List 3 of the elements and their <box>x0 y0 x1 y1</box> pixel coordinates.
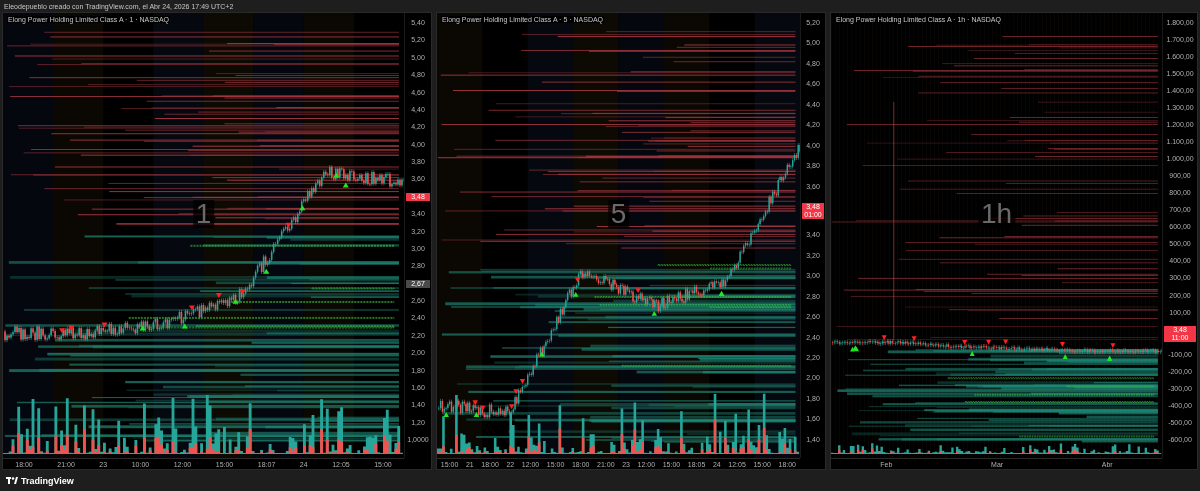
brand-name[interactable]: TradingView <box>21 475 74 486</box>
logo-icon <box>6 477 18 484</box>
interval-watermark: 1h <box>977 199 1016 228</box>
